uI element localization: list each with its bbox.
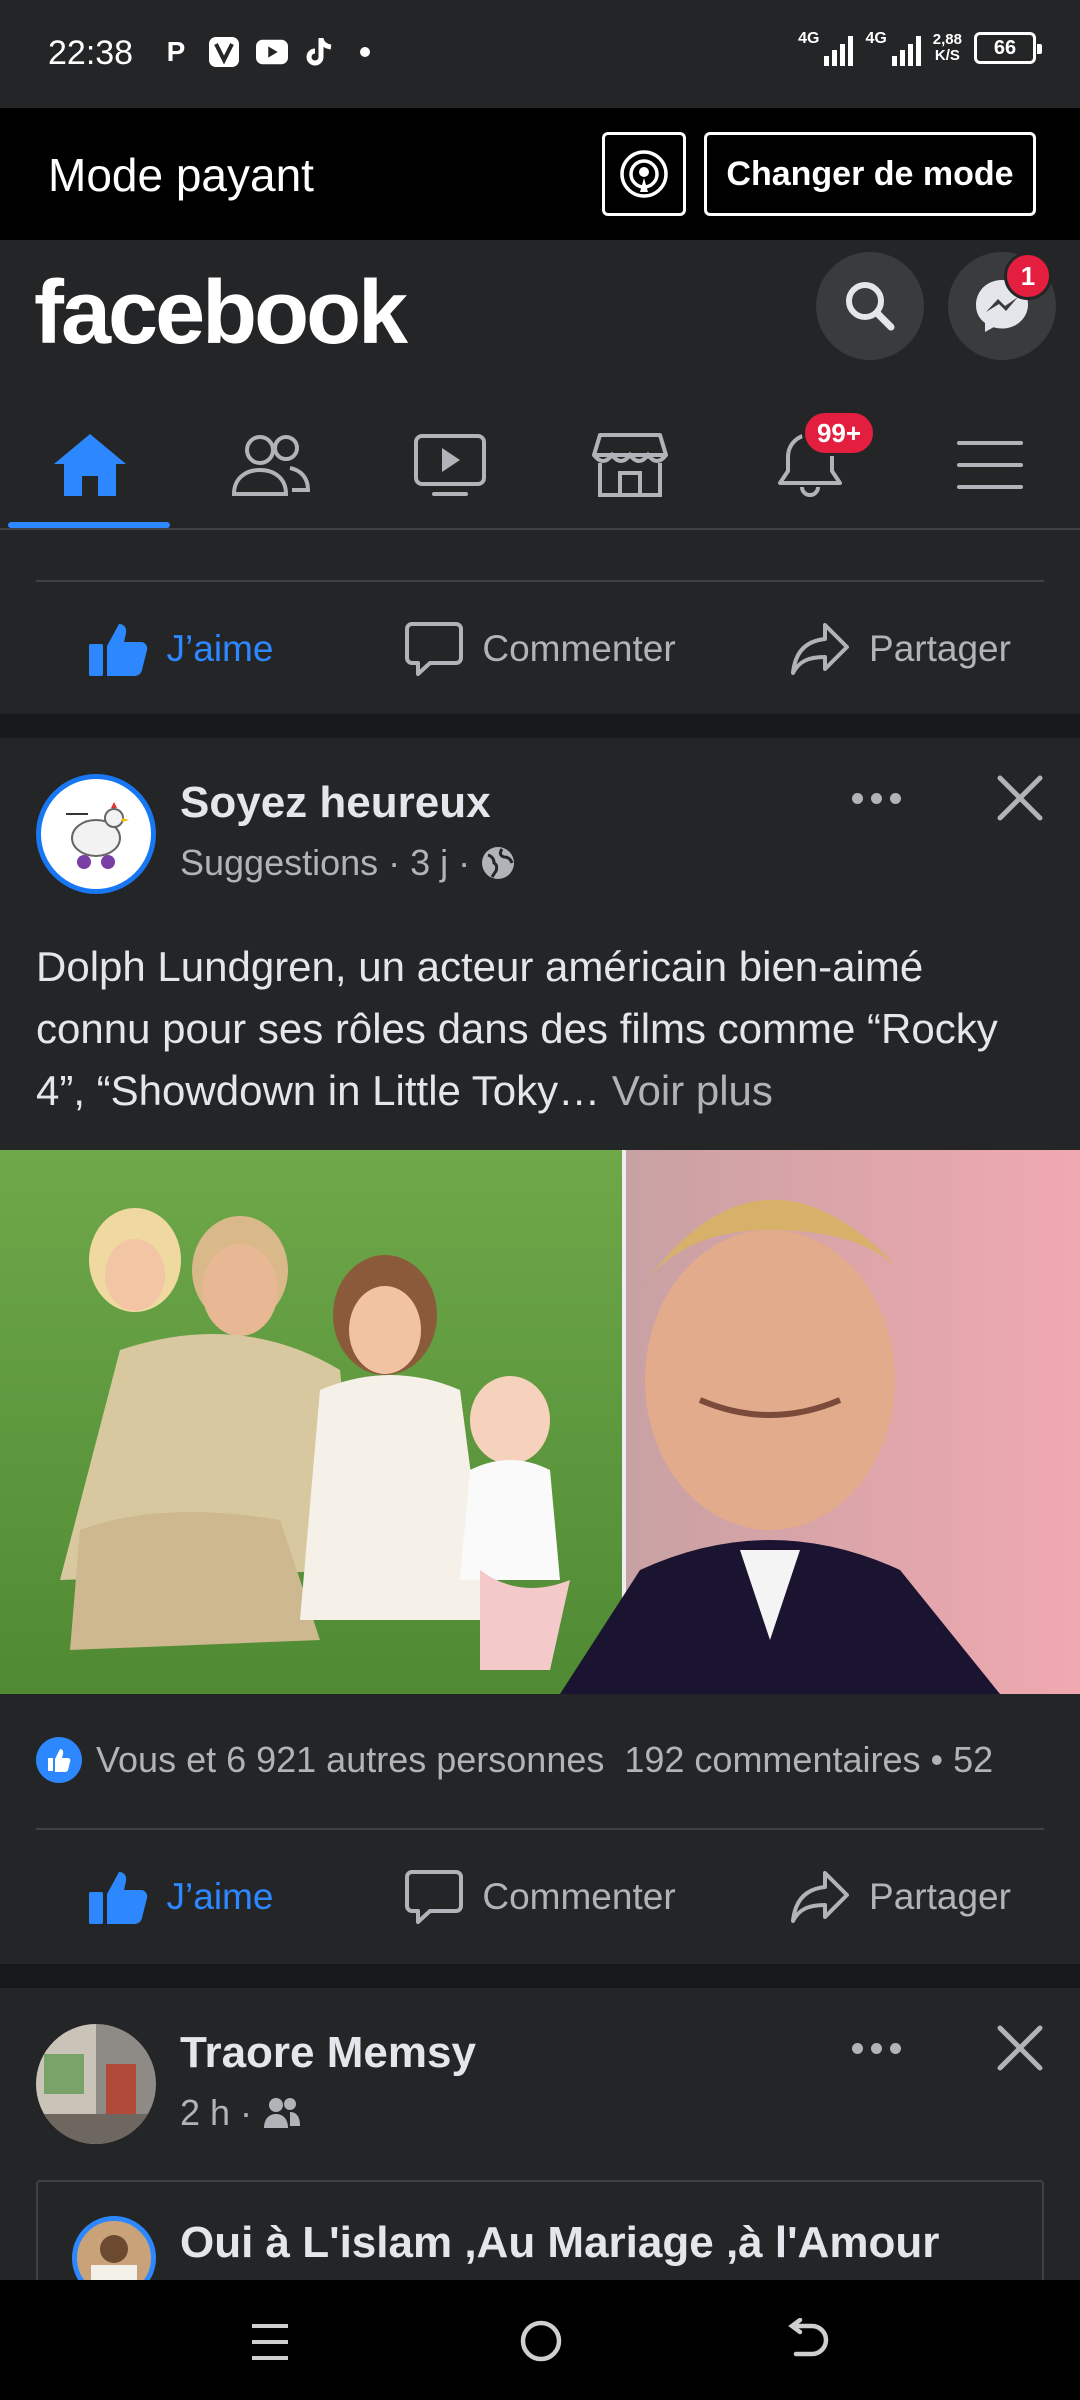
- home-icon: [54, 434, 126, 496]
- messenger-badge: 1: [1004, 252, 1052, 300]
- back-icon[interactable]: [786, 2318, 832, 2364]
- status-app-icons: P: [160, 36, 370, 68]
- system-navigation-bar: [0, 2280, 1080, 2400]
- messenger-button[interactable]: 1: [948, 252, 1056, 360]
- p-app-icon: P: [166, 36, 186, 67]
- reactions-text: Vous et 6 921 autres personnes: [96, 1739, 605, 1780]
- post-body: Dolph Lundgren, un acteur américain bien…: [36, 943, 998, 1114]
- share-button[interactable]: Partager: [720, 1832, 1080, 1962]
- globe-icon: [482, 847, 515, 879]
- mode-info-button[interactable]: [602, 132, 686, 216]
- youtube-icon: [256, 36, 288, 68]
- status-time: 22:38: [48, 34, 134, 72]
- facebook-logo: facebook: [34, 263, 408, 363]
- shared-post-title: Oui à L'islam ,Au Mariage ,à l'Amour: [180, 2218, 940, 2267]
- post-image[interactable]: [0, 1150, 1080, 1694]
- post-card: Soyez heureux Suggestions · 3 j · Dolph …: [0, 738, 1080, 1964]
- home-circle-icon[interactable]: [518, 2318, 564, 2364]
- tab-marketplace[interactable]: [540, 402, 720, 528]
- comment-label: Commenter: [482, 628, 676, 669]
- search-button[interactable]: [816, 252, 924, 360]
- tiktok-icon: [304, 36, 336, 68]
- post-card: Traore Memsy 2 h · Oui à L'islam ,Au Mar…: [0, 1988, 1080, 2340]
- avatar[interactable]: [36, 2024, 156, 2144]
- avatar[interactable]: [36, 774, 156, 894]
- close-icon[interactable]: [994, 772, 1046, 824]
- post-meta-text: 2 h ·: [180, 2092, 253, 2133]
- post-actions: J’aime Commenter Partager: [0, 584, 1080, 714]
- menu-icon: [957, 441, 1023, 489]
- share-label: Partager: [869, 1876, 1011, 1917]
- share-icon: [791, 623, 850, 675]
- divider: [36, 1828, 1044, 1830]
- comments-count[interactable]: 192 commentaires • 52: [624, 1739, 993, 1781]
- like-label: J’aime: [166, 1876, 274, 1917]
- change-mode-button[interactable]: Changer de mode: [704, 132, 1036, 216]
- watch-icon: [414, 434, 486, 496]
- signal-2-icon: 4G: [865, 30, 921, 66]
- search-icon: [846, 282, 895, 331]
- profile-photo-image: [36, 2024, 156, 2144]
- notifications-badge: 99+: [802, 410, 876, 456]
- close-icon[interactable]: [994, 2022, 1046, 2074]
- mode-bar: Mode payant Changer de mode: [0, 108, 1080, 240]
- thumbs-up-icon: [88, 1872, 147, 1924]
- tab-home[interactable]: [0, 402, 180, 528]
- marketplace-icon: [592, 433, 668, 497]
- more-options-icon[interactable]: [852, 2038, 908, 2058]
- main-nav: 99+: [0, 402, 1080, 530]
- see-more-link[interactable]: Voir plus: [612, 1067, 773, 1114]
- like-reaction-icon: [36, 1737, 82, 1783]
- post-author[interactable]: Soyez heureux: [180, 778, 491, 828]
- signal-1-icon: 4G: [798, 30, 854, 66]
- post-meta: 2 h ·: [180, 2092, 302, 2134]
- tab-notifications[interactable]: 99+: [720, 402, 900, 528]
- comment-icon: [405, 1870, 464, 1924]
- like-label: J’aime: [166, 628, 274, 669]
- comment-label: Commenter: [482, 1876, 676, 1917]
- post-actions: J’aime Commenter Partager: [0, 1832, 1080, 1962]
- share-icon: [791, 1871, 850, 1923]
- mode-title: Mode payant: [48, 149, 314, 201]
- like-button[interactable]: J’aime: [0, 584, 360, 714]
- tab-watch[interactable]: [360, 402, 540, 528]
- broadcast-icon: [620, 150, 668, 198]
- share-label: Partager: [869, 628, 1011, 669]
- comment-button[interactable]: Commenter: [360, 584, 720, 714]
- thumbs-up-icon: [88, 624, 147, 676]
- notification-dot: [360, 47, 370, 57]
- like-button[interactable]: J’aime: [0, 1832, 360, 1962]
- comment-icon: [405, 622, 464, 676]
- battery-level: 66: [993, 36, 1017, 59]
- battery-icon: 66: [974, 32, 1042, 64]
- chicken-logo-icon: [66, 802, 129, 869]
- previous-post-card: J’aime Commenter Partager: [0, 530, 1080, 714]
- post-text: Dolph Lundgren, un acteur américain bien…: [36, 936, 1046, 1122]
- post-meta: Suggestions · 3 j ·: [180, 842, 516, 884]
- v-app-icon: [208, 36, 240, 68]
- recent-apps-icon[interactable]: [248, 2320, 292, 2364]
- tab-friends[interactable]: [180, 402, 360, 528]
- network-speed: 2,88 K/S: [932, 31, 962, 64]
- status-bar: 22:38 P 4G 4G 2,88 K/S 66: [0, 0, 1080, 108]
- tab-menu[interactable]: [900, 402, 1080, 528]
- divider: [36, 580, 1044, 582]
- status-indicators: 4G 4G 2,88 K/S 66: [798, 30, 1042, 66]
- share-button[interactable]: Partager: [720, 584, 1080, 714]
- more-options-icon[interactable]: [852, 788, 908, 808]
- reactions-summary[interactable]: Vous et 6 921 autres personnes 192 comme…: [36, 1730, 993, 1790]
- photo-collage-image: [0, 1150, 1080, 1694]
- post-meta-text: Suggestions · 3 j ·: [180, 842, 471, 883]
- app-header: facebook 1 99+: [0, 240, 1080, 530]
- comment-button[interactable]: Commenter: [360, 1832, 720, 1962]
- friends-icon: [231, 435, 311, 496]
- post-author[interactable]: Traore Memsy: [180, 2028, 476, 2078]
- friends-audience-icon: [264, 2098, 301, 2128]
